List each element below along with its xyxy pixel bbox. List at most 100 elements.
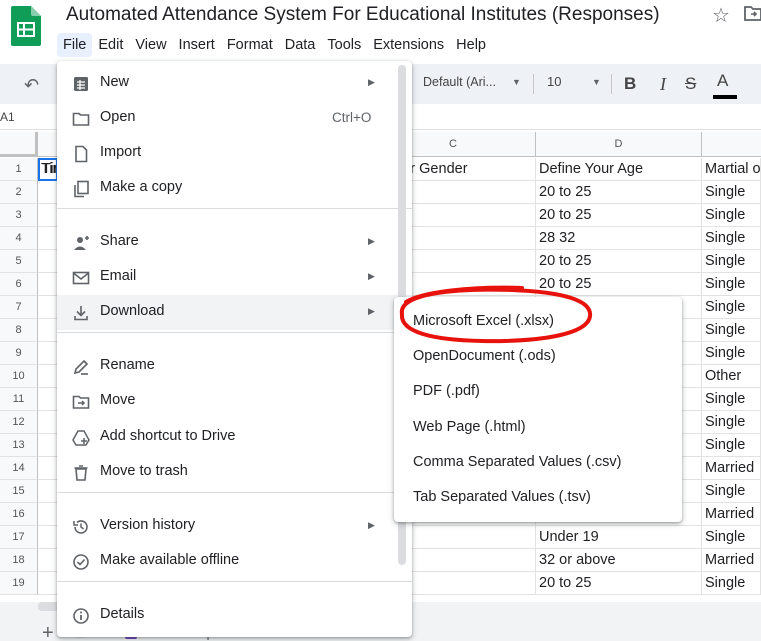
menu-item-share[interactable]: Share ▶ <box>57 225 412 260</box>
cell-e[interactable]: Single <box>702 342 761 365</box>
cell-a[interactable] <box>38 227 58 250</box>
menu-item-rename[interactable]: Rename <box>57 349 412 384</box>
menu-edit[interactable]: Edit <box>92 33 129 57</box>
cell-a[interactable] <box>38 503 58 526</box>
google-sheets-logo[interactable] <box>11 6 41 46</box>
download-option[interactable]: Tab Separated Values (.tsv) <box>394 481 682 516</box>
font-select[interactable]: Default (Ari... <box>423 75 496 89</box>
row-number[interactable]: 2 <box>0 181 38 204</box>
cell-a[interactable] <box>38 319 58 342</box>
menu-extensions[interactable]: Extensions <box>367 33 450 57</box>
row-number[interactable]: 13 <box>0 434 38 457</box>
menu-item-new[interactable]: New ▶ <box>57 66 412 101</box>
row-number[interactable]: 6 <box>0 273 38 296</box>
menu-insert[interactable]: Insert <box>173 33 221 57</box>
chevron-down-icon[interactable]: ▼ <box>592 77 601 87</box>
row-number[interactable]: 1 <box>0 158 38 181</box>
menu-item-move[interactable]: Move <box>57 384 412 419</box>
row-number[interactable]: 19 <box>0 572 38 595</box>
download-option[interactable]: Comma Separated Values (.csv) <box>394 446 682 481</box>
cell-e[interactable]: Married <box>702 503 761 526</box>
cell-a[interactable] <box>38 434 58 457</box>
row-number[interactable]: 14 <box>0 457 38 480</box>
cell-a[interactable] <box>38 388 58 411</box>
menu-item-email[interactable]: Email ▶ <box>57 260 412 295</box>
menu-item-open[interactable]: Open Ctrl+O <box>57 101 412 136</box>
menu-item-import[interactable]: Import <box>57 136 412 171</box>
row-number[interactable]: 12 <box>0 411 38 434</box>
cell-e[interactable]: Single <box>702 250 761 273</box>
cell-a[interactable] <box>38 365 58 388</box>
cell-d[interactable]: 28 32 <box>536 227 702 250</box>
bold-button[interactable]: B <box>624 74 636 94</box>
select-all-corner[interactable] <box>0 132 38 157</box>
chevron-down-icon[interactable]: ▼ <box>512 77 521 87</box>
italic-button[interactable]: I <box>660 74 666 95</box>
cell-e[interactable]: Other <box>702 365 761 388</box>
document-title[interactable]: Automated Attendance System For Educatio… <box>66 4 660 26</box>
cell-a[interactable] <box>38 411 58 434</box>
cell-a[interactable] <box>38 572 58 595</box>
menu-data[interactable]: Data <box>279 33 322 57</box>
cell-a[interactable] <box>38 457 58 480</box>
cell-e[interactable]: Married <box>702 457 761 480</box>
column-header-a[interactable] <box>38 132 58 157</box>
row-number[interactable]: 3 <box>0 204 38 227</box>
cell-e[interactable]: Single <box>702 572 761 595</box>
row-number[interactable]: 16 <box>0 503 38 526</box>
menu-item-details[interactable]: Details <box>57 598 412 633</box>
cell-e[interactable]: Single <box>702 204 761 227</box>
cell-e[interactable]: Single <box>702 388 761 411</box>
cell-d[interactable]: 32 or above <box>536 549 702 572</box>
cell-a[interactable] <box>38 273 58 296</box>
font-size-select[interactable]: 10 <box>547 74 561 89</box>
row-number[interactable]: 7 <box>0 296 38 319</box>
menu-item-add-shortcut-to-drive[interactable]: Add shortcut to Drive <box>57 420 412 455</box>
cell-e[interactable]: Single <box>702 296 761 319</box>
menu-format[interactable]: Format <box>221 33 279 57</box>
selected-cell-a1[interactable]: Tir <box>38 158 58 181</box>
cell-a[interactable] <box>38 549 58 572</box>
cell-a[interactable] <box>38 250 58 273</box>
row-number[interactable]: 9 <box>0 342 38 365</box>
cell-e[interactable]: Single <box>702 273 761 296</box>
menu-file[interactable]: File <box>57 33 93 57</box>
column-header-d[interactable]: D <box>536 132 702 157</box>
menu-item-make-a-copy[interactable]: Make a copy <box>57 171 412 206</box>
menu-view[interactable]: View <box>129 33 172 57</box>
move-to-folder-icon[interactable] <box>744 5 761 21</box>
row-number[interactable]: 4 <box>0 227 38 250</box>
cell-e[interactable]: Single <box>702 434 761 457</box>
strikethrough-button[interactable]: S <box>685 74 696 94</box>
download-option[interactable]: PDF (.pdf) <box>394 375 682 410</box>
menu-help[interactable]: Help <box>450 33 492 57</box>
cell-e[interactable]: Single <box>702 480 761 503</box>
cell-e[interactable]: Single <box>702 181 761 204</box>
cell-d[interactable]: 20 to 25 <box>536 250 702 273</box>
cell-d[interactable]: 20 to 25 <box>536 204 702 227</box>
row-number[interactable]: 5 <box>0 250 38 273</box>
cell-a[interactable] <box>38 181 58 204</box>
column-header-e[interactable] <box>702 132 761 157</box>
row-number[interactable]: 17 <box>0 526 38 549</box>
cell-a[interactable] <box>38 296 58 319</box>
add-sheet-icon[interactable]: + <box>42 622 54 641</box>
cell-d[interactable]: Under 19 <box>536 526 702 549</box>
cell-a[interactable] <box>38 480 58 503</box>
row-number[interactable]: 18 <box>0 549 38 572</box>
name-box[interactable]: A1 <box>0 110 15 124</box>
text-color-button[interactable]: A <box>717 71 728 91</box>
cell-e[interactable]: Single <box>702 319 761 342</box>
menu-item-make-available-offline[interactable]: Make available offline <box>57 544 412 579</box>
cell-e[interactable]: Married <box>702 549 761 572</box>
menu-item-download[interactable]: Download ▶ <box>57 295 412 330</box>
row-number[interactable]: 15 <box>0 480 38 503</box>
undo-icon[interactable]: ↶ <box>24 75 39 96</box>
cell-e[interactable]: Single <box>702 227 761 250</box>
cell-d[interactable]: Define Your Age <box>536 158 702 181</box>
menu-tools[interactable]: Tools <box>321 33 367 57</box>
cell-a[interactable] <box>38 526 58 549</box>
cell-a[interactable] <box>38 342 58 365</box>
cell-d[interactable]: 20 to 25 <box>536 572 702 595</box>
row-number[interactable]: 11 <box>0 388 38 411</box>
